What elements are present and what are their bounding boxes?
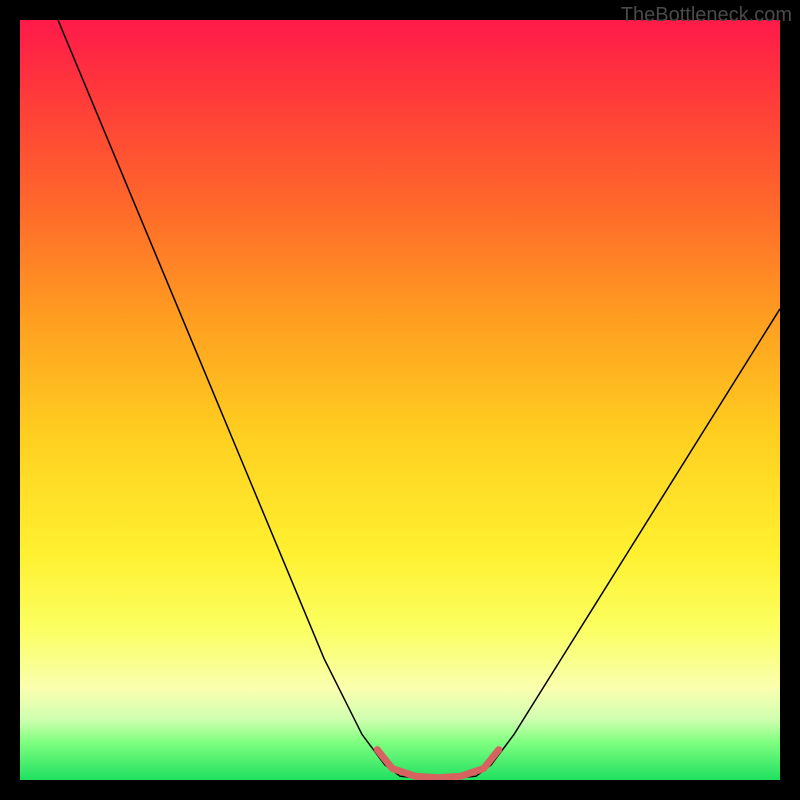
plot-area bbox=[20, 20, 780, 780]
watermark-text: TheBottleneck.com bbox=[621, 4, 792, 27]
valley-highlight bbox=[377, 750, 499, 778]
bottleneck-curve bbox=[58, 20, 780, 780]
chart-container: TheBottleneck.com bbox=[0, 0, 800, 800]
curve-svg bbox=[20, 20, 780, 780]
